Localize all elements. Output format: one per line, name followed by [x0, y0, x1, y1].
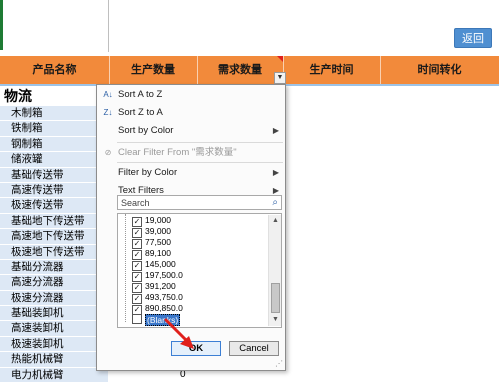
cell-value[interactable]: 0 [180, 369, 200, 383]
table-header: 产品名称 生产数量 需求数量 生产时间 时间转化 [0, 56, 499, 84]
scroll-thumb[interactable] [271, 283, 280, 313]
header-production-time[interactable]: 生产时间 [283, 56, 380, 84]
value-item[interactable]: ✓ 145,000 [132, 259, 176, 271]
list-item[interactable]: 储液罐 [0, 152, 108, 168]
filter-dropdown-button[interactable]: ▼ [274, 72, 286, 84]
list-item[interactable]: 高速地下传送带 [0, 229, 108, 245]
menu-separator [117, 162, 283, 163]
search-placeholder: Search [121, 198, 150, 208]
comment-indicator [277, 56, 283, 62]
green-accent [0, 0, 3, 50]
list-item[interactable]: 极速分流器 [0, 290, 108, 307]
list-item[interactable]: 基础地下传送带 [0, 213, 108, 230]
list-item[interactable]: 极速装卸机 [0, 336, 108, 353]
back-button[interactable]: 返回 [454, 28, 492, 48]
clear-filter: ⊘ Clear Filter From "需求数量" [97, 144, 285, 162]
value-list-scrollbar[interactable]: ▲ ▼ [268, 215, 281, 326]
header-production-qty[interactable]: 生产数量 [109, 56, 197, 84]
value-item[interactable]: ✓ 493,750.0 [132, 292, 183, 304]
group-title: 物流 [4, 88, 32, 104]
scroll-down-icon[interactable]: ▼ [269, 314, 281, 325]
submenu-arrow-icon: ▶ [272, 126, 279, 135]
menu-separator [117, 142, 283, 143]
tree-connector [125, 214, 126, 322]
list-item[interactable]: 基础传送带 [0, 167, 108, 183]
list-item[interactable]: 电力机械臂 [0, 367, 108, 383]
header-divider [109, 56, 110, 84]
cancel-button[interactable]: Cancel [229, 341, 279, 356]
scroll-up-icon[interactable]: ▲ [269, 215, 281, 226]
list-item[interactable]: 木制箱 [0, 106, 108, 122]
header-product-name[interactable]: 产品名称 [0, 56, 109, 84]
sort-z-to-a[interactable]: Z↓ Sort Z to A [97, 104, 285, 122]
sort-by-color[interactable]: Sort by Color ▶ [97, 122, 285, 140]
list-item[interactable]: 基础装卸机 [0, 306, 108, 322]
checkbox-unchecked-icon[interactable] [132, 314, 142, 324]
header-time-conversion[interactable]: 时间转化 [380, 56, 499, 84]
list-item[interactable]: 高速分流器 [0, 275, 108, 291]
annotation-arrow-icon [164, 318, 194, 349]
product-list: 木制箱 铁制箱 钢制箱 储液罐 基础传送带 高速传送带 极速传送带 基础地下传送… [0, 106, 108, 383]
value-list: ✓ 19,000 ✓ 39,000 ✓ 77,500 ✓ 89,100 ✓ 145,000… [117, 213, 282, 328]
value-item[interactable]: ✓ 890,850.0 [132, 303, 183, 315]
submenu-arrow-icon: ▶ [272, 168, 279, 177]
column-divider [108, 0, 109, 52]
clear-filter-icon: ⊘ [104, 148, 112, 157]
sort-descending-icon: Z↓ [103, 108, 113, 117]
filter-by-color[interactable]: Filter by Color ▶ [97, 164, 285, 182]
list-item[interactable]: 钢制箱 [0, 136, 108, 153]
list-item[interactable]: 铁制箱 [0, 121, 108, 137]
value-item[interactable]: ✓ 197,500.0 [132, 270, 183, 282]
search-input[interactable]: Search ⌕ [117, 195, 282, 210]
list-item[interactable]: 基础分流器 [0, 259, 108, 276]
value-item[interactable]: ✓ 77,500 [132, 237, 171, 249]
resize-grip-icon[interactable]: ⋰ [275, 359, 285, 369]
search-icon: ⌕ [272, 197, 278, 208]
list-item[interactable]: 极速地下传送带 [0, 244, 108, 260]
top-area [0, 0, 499, 52]
value-item[interactable]: ✓ 39,000 [132, 226, 171, 238]
list-item[interactable]: 高速装卸机 [0, 321, 108, 337]
list-item[interactable]: 极速传送带 [0, 198, 108, 214]
list-item[interactable]: 热能机械臂 [0, 352, 108, 368]
sort-a-to-z[interactable]: A↓ Sort A to Z [97, 86, 285, 104]
value-item[interactable]: ✓ 19,000 [132, 215, 171, 227]
sort-ascending-icon: A↓ [103, 90, 113, 99]
header-divider [380, 56, 381, 84]
value-item[interactable]: ✓ 391,200 [132, 281, 176, 293]
header-demand-qty[interactable]: 需求数量 [197, 56, 283, 84]
value-item[interactable]: ✓ 89,100 [132, 248, 171, 260]
header-divider [197, 56, 198, 84]
list-item[interactable]: 高速传送带 [0, 182, 108, 199]
